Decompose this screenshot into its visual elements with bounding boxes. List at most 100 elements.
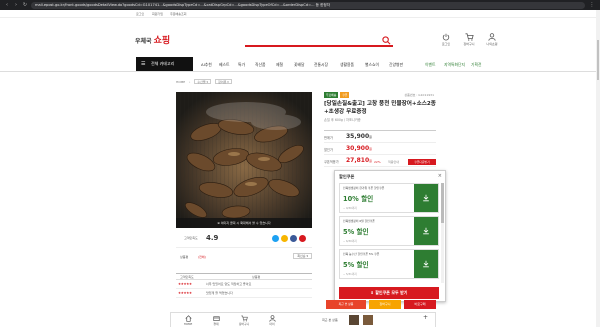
scrollbar-thumb[interactable] <box>441 183 444 223</box>
review-count[interactable]: (전체) <box>198 255 206 259</box>
recent-product-thumb[interactable] <box>349 315 359 325</box>
nav-item[interactable]: 특가 <box>238 62 245 68</box>
hamburger-icon: ☰ <box>141 61 146 67</box>
coupon-period: ~ 5/31까지 <box>343 273 357 276</box>
coupon-info-link[interactable]: 적용안내 <box>388 160 399 164</box>
price-label: 할인가 <box>324 148 333 152</box>
util-link-login[interactable]: 로그인 <box>136 12 144 16</box>
header-cart[interactable]: 장바구니 <box>458 33 480 46</box>
header-login[interactable]: 로그인 <box>435 33 457 46</box>
price-row: 할인가 30,900원 <box>324 143 436 155</box>
review-stars: ★★★★★ <box>178 291 192 295</box>
review-tab-label: 상품평 <box>180 255 189 259</box>
review-table-header: 고객만족도 상품평 <box>176 273 312 280</box>
review-sort-select[interactable]: 최신순 ▾ <box>293 253 312 259</box>
quick-cart[interactable]: 장바구니 <box>231 315 257 326</box>
nav-item-special[interactable]: 기획전 <box>471 62 481 68</box>
product-badges: 무료배송 쿠폰 <box>324 92 350 98</box>
twitter-share-icon[interactable] <box>272 235 279 242</box>
coupon-list-scrollbar[interactable] <box>441 183 444 283</box>
page-scrollbar[interactable] <box>596 10 600 327</box>
breadcrumb-select[interactable]: 수산물 ▾ <box>194 79 212 84</box>
all-category-button[interactable]: ☰ 전체 카테고리 <box>136 57 193 71</box>
price-value: 30,900원 <box>346 145 372 152</box>
quick-pay-label: 결제 <box>213 322 219 326</box>
site-logo[interactable]: 우체국 쇼핑 <box>135 33 170 46</box>
power-icon <box>442 33 450 41</box>
coupon-download-button[interactable] <box>414 217 438 245</box>
recent-viewed-label[interactable]: 최근 본 상품 <box>326 300 366 309</box>
discount-rate: 22% <box>374 160 381 164</box>
header-mypage-label: 나의쇼핑 <box>486 42 498 46</box>
main-nav: ☰ 전체 카테고리 AI추천 베스트 특가 직산품 제철 꽃배달 전통시장 생활용… <box>0 57 600 72</box>
nav-item[interactable]: 별스쇼이 <box>365 62 379 68</box>
review-stars: ★★★★★ <box>178 282 192 286</box>
buy-now-button[interactable]: 바로구매 <box>404 300 436 309</box>
image-caption: ⊕ 이미지 클릭 시 확대해서 볼 수 있습니다 <box>176 218 312 228</box>
nav-item-region[interactable]: 지역특화단지 <box>444 62 465 68</box>
nav-item[interactable]: 생활용품 <box>340 62 354 68</box>
user-icon <box>488 33 496 41</box>
download-all-coupons-button[interactable]: ⬇ 할인쿠폰 모두 받기 <box>339 287 439 299</box>
coupon-rate: 5% 할인 <box>343 261 369 269</box>
breadcrumb-select[interactable]: 장어류 ▾ <box>215 79 232 84</box>
close-icon[interactable]: × <box>438 173 442 179</box>
breadcrumb-home[interactable]: HOME <box>176 80 185 84</box>
address-bar[interactable]: mall.epost.go.kr/front.goods/goodsDetail… <box>31 1 585 9</box>
breadcrumb-select-label: 장어류 <box>218 80 227 84</box>
nav-item[interactable]: 긴양병판 <box>389 62 403 68</box>
price-amount: 35,900 <box>346 133 370 140</box>
nav-item[interactable]: 전통시장 <box>314 62 328 68</box>
coupon-download-button[interactable] <box>414 184 438 212</box>
coupon-download-button[interactable] <box>414 250 438 278</box>
util-link-join[interactable]: 회원가입 <box>152 12 163 16</box>
image-caption-text: 이미지 클릭 시 확대해서 볼 수 있습니다 <box>220 221 271 225</box>
url-share-icon[interactable] <box>299 235 306 242</box>
util-link-order[interactable]: 주문배송조회 <box>170 12 187 16</box>
review-col-review: 상품평 <box>252 275 261 279</box>
download-icon <box>423 227 429 235</box>
home-icon <box>184 315 192 322</box>
nav-item[interactable]: AI추천 <box>201 62 212 68</box>
page-scrollbar-thumb[interactable] <box>597 40 599 80</box>
quick-my-label: 마이 <box>269 322 275 326</box>
kakao-share-icon[interactable] <box>281 235 288 242</box>
product-image[interactable] <box>176 92 312 228</box>
recent-product-thumb[interactable] <box>363 315 373 325</box>
rating-label: 고객만족도 <box>184 236 198 240</box>
header-mypage[interactable]: 나의쇼핑 <box>481 33 503 46</box>
card-icon <box>212 316 220 321</box>
coupon-download-button[interactable]: 쿠폰다운받기 <box>408 159 436 165</box>
forward-icon[interactable]: › <box>13 2 19 8</box>
quick-bar: HOME 결제 장바구니 마이 최근 본 상품 + <box>170 312 436 327</box>
quick-my[interactable]: 마이 <box>259 315 285 326</box>
nav-item[interactable]: 직산품 <box>255 62 265 68</box>
nav-item[interactable]: 제철 <box>276 62 283 68</box>
more-menu-icon[interactable]: ⋮ <box>588 2 596 8</box>
price-value: 35,900원 <box>346 133 372 140</box>
review-row[interactable]: ★★★★★ 너무 맛있어요 양도 적당하고 좋아요 <box>176 280 312 289</box>
add-to-cart-button[interactable]: 장바구니 <box>369 300 401 309</box>
reload-icon[interactable]: ↻ <box>22 2 28 8</box>
nav-item[interactable]: 꽃배달 <box>294 62 304 68</box>
product-subtitle: 손질 후 600g / 자포니카종 <box>324 118 361 122</box>
review-row[interactable]: ★★★★★ 맛있게 잘 먹었습니다 <box>176 289 312 298</box>
price-unit: 원 <box>369 135 372 139</box>
header-login-label: 로그인 <box>441 42 451 46</box>
coupon-name: 전북생생장터 6월 할인쿠폰 <box>343 219 375 223</box>
coupon-card: 전북생생장터 6월 할인쿠폰 5% 할인 ~ 6/30까지 <box>339 216 439 246</box>
price-unit: 원 <box>369 159 372 163</box>
search-input[interactable] <box>245 36 393 47</box>
search-icon[interactable] <box>382 36 391 45</box>
quick-pay[interactable]: 결제 <box>203 315 229 326</box>
quick-home[interactable]: HOME <box>175 315 201 326</box>
back-icon[interactable]: ‹ <box>4 2 10 8</box>
nav-item-event[interactable]: 이벤트 <box>425 62 435 68</box>
price-value: 27,810원 <box>346 157 372 164</box>
nav-item[interactable]: 베스트 <box>219 62 229 68</box>
review-tabs: 상품평 (전체) 최신순 ▾ <box>176 252 312 262</box>
facebook-share-icon[interactable] <box>290 235 297 242</box>
browser-toolbar: ‹ › ↻ mall.epost.go.kr/front.goods/goods… <box>0 0 600 10</box>
plus-icon[interactable]: + <box>423 314 428 321</box>
breadcrumb-select-label: 수산물 <box>197 80 206 84</box>
